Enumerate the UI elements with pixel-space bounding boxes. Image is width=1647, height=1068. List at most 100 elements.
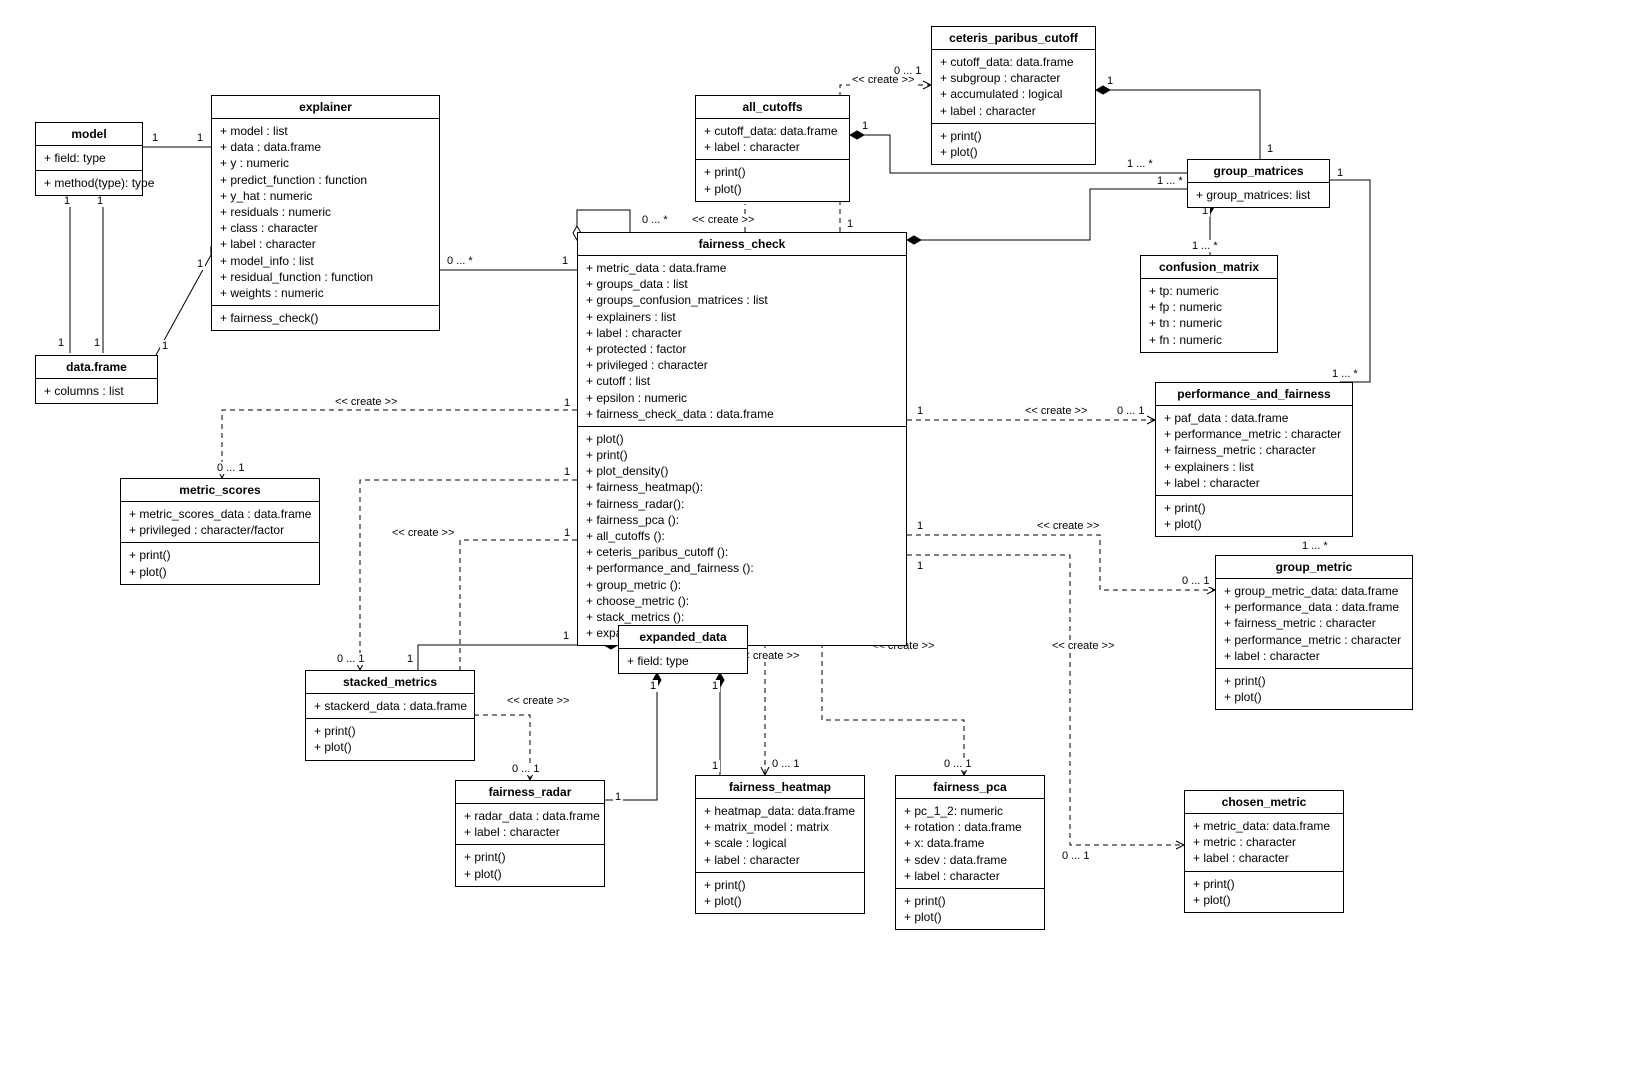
mult-label: 0 ... 1 [510, 763, 542, 775]
class-title: performance_and_fairness [1156, 383, 1352, 406]
mult-label: 0 ... * [445, 255, 475, 267]
attr-row: + residuals : numeric [220, 204, 431, 220]
op-row: + print() [1164, 500, 1344, 516]
class-title: fairness_pca [896, 776, 1044, 799]
attr-row: + weights : numeric [220, 285, 431, 301]
attr-row: + y : numeric [220, 155, 431, 171]
mult-label: 1 [561, 630, 571, 642]
mult-label: 1 [613, 791, 623, 803]
attr-row: + label : character [586, 325, 898, 341]
mult-label: 1 [1105, 75, 1115, 87]
attr-row: + tn : numeric [1149, 315, 1269, 331]
op-row: + method(type): type [44, 175, 134, 191]
op-row: + fairness_heatmap(): [586, 479, 898, 495]
class-title: group_matrices [1188, 160, 1329, 183]
mult-label: 1 [915, 405, 925, 417]
mult-label: 1 [562, 397, 572, 409]
attr-row: + group_matrices: list [1196, 187, 1321, 203]
attr-row: + fairness_metric : character [1224, 615, 1404, 631]
op-row: + plot() [129, 564, 311, 580]
op-row: + fairness_pca (): [586, 512, 898, 528]
class-fairness-pca: fairness_pca + pc_1_2: numeric + rotatio… [895, 775, 1045, 930]
attr-row: + columns : list [44, 383, 149, 399]
op-row: + plot() [1224, 689, 1404, 705]
mult-label: 1 [150, 132, 160, 144]
op-row: + print() [704, 164, 841, 180]
class-performance-and-fairness: performance_and_fairness + paf_data : da… [1155, 382, 1353, 537]
mult-label: 1 [860, 120, 870, 132]
op-row: + stack_metrics (): [586, 609, 898, 625]
mult-label: 1 [562, 527, 572, 539]
mult-label: 1 [405, 653, 415, 665]
attr-row: + pc_1_2: numeric [904, 803, 1036, 819]
mult-label: 1 [195, 132, 205, 144]
attr-row: + label : character [904, 868, 1036, 884]
mult-label: 0 ... 1 [215, 462, 247, 474]
mult-label: 1 [92, 337, 102, 349]
mult-label: 1 [562, 466, 572, 478]
mult-label: 0 ... * [640, 214, 670, 226]
create-label-sm: << create >> [390, 527, 456, 539]
create-label-gm: << create >> [1035, 520, 1101, 532]
attr-row: + performance_metric : character [1224, 632, 1404, 648]
mult-label: 0 ... 1 [335, 653, 367, 665]
attr-row: + predict_function : function [220, 172, 431, 188]
class-title: fairness_radar [456, 781, 604, 804]
attr-row: + performance_data : data.frame [1224, 599, 1404, 615]
mult-label: 1 [915, 560, 925, 572]
create-label-ms: << create >> [333, 396, 399, 408]
attr-row: + protected : factor [586, 341, 898, 357]
attr-row: + metric_data: data.frame [1193, 818, 1335, 834]
attr-row: + performance_metric : character [1164, 426, 1344, 442]
attr-row: + groups_data : list [586, 276, 898, 292]
attr-row: + explainers : list [1164, 459, 1344, 475]
attr-row: + privileged : character/factor [129, 522, 311, 538]
class-title: metric_scores [121, 479, 319, 502]
attr-row: + scale : logical [704, 835, 856, 851]
create-label-self: << create >> [690, 214, 756, 226]
op-row: + print() [940, 128, 1087, 144]
attr-row: + label : character [940, 103, 1087, 119]
attr-row: + data : data.frame [220, 139, 431, 155]
op-row: + plot() [704, 893, 856, 909]
op-row: + plot() [904, 909, 1036, 925]
create-label-fr: << create >> [505, 695, 571, 707]
mult-label: 1 [1335, 167, 1345, 179]
class-all-cutoffs: all_cutoffs + cutoff_data: data.frame + … [695, 95, 850, 202]
mult-label: 0 ... 1 [770, 758, 802, 770]
mult-label: 1 [648, 680, 658, 692]
op-row: + plot() [1193, 892, 1335, 908]
op-row: + all_cutoffs (): [586, 528, 898, 544]
mult-label: 0 ... 1 [892, 65, 924, 77]
class-title: group_metric [1216, 556, 1412, 579]
attr-row: + metric_scores_data : data.frame [129, 506, 311, 522]
op-row: + print() [314, 723, 466, 739]
attr-row: + label : character [220, 236, 431, 252]
op-row: + fairness_radar(): [586, 496, 898, 512]
op-row: + print() [129, 547, 311, 563]
op-row: + print() [586, 447, 898, 463]
attr-row: + model : list [220, 123, 431, 139]
mult-label: 0 ... 1 [1180, 575, 1212, 587]
mult-label: 1 ... * [1155, 175, 1185, 187]
attr-row: + cutoff_data: data.frame [940, 54, 1087, 70]
op-row: + ceteris_paribus_cutoff (): [586, 544, 898, 560]
op-row: + plot() [704, 181, 841, 197]
op-row: + print() [904, 893, 1036, 909]
op-row: + print() [1224, 673, 1404, 689]
mult-label: 1 [710, 680, 720, 692]
mult-label: 1 ... * [1300, 540, 1330, 552]
attr-row: + metric : character [1193, 834, 1335, 850]
class-title: expanded_data [619, 626, 747, 649]
mult-label: 1 ... * [1190, 240, 1220, 252]
attr-row: + tp: numeric [1149, 283, 1269, 299]
mult-label: 1 [160, 340, 170, 352]
attr-row: + fairness_metric : character [1164, 442, 1344, 458]
attr-row: + residual_function : function [220, 269, 431, 285]
op-row: + plot() [464, 866, 596, 882]
attr-row: + rotation : data.frame [904, 819, 1036, 835]
attr-row: + label : character [1224, 648, 1404, 664]
attr-row: + label : character [704, 852, 856, 868]
attr-row: + label : character [1193, 850, 1335, 866]
attr-row: + cutoff_data: data.frame [704, 123, 841, 139]
